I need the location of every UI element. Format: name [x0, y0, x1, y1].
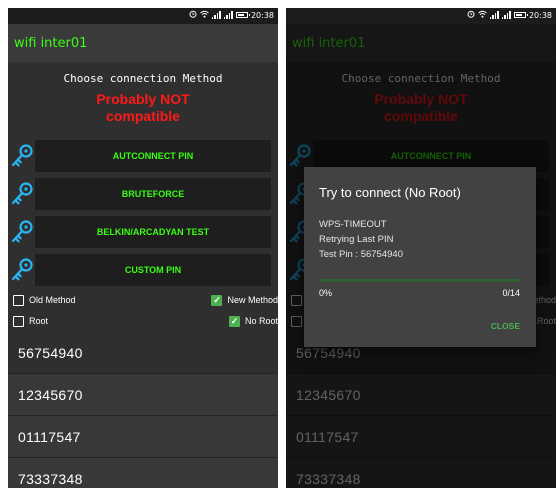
signal-icon [211, 11, 221, 19]
no-root-checkbox[interactable]: ✓ No Root [228, 314, 278, 328]
connection-method-heading: Choose connection Method [63, 72, 223, 85]
method-row-belkin: BELKIN/ARCADYAN TEST [8, 216, 278, 248]
key-icon [10, 143, 34, 169]
compatibility-warning: Probably NOT compatible [96, 91, 190, 124]
dialog-status-text: WPS-TIMEOUT [319, 219, 387, 230]
checkbox-icon [13, 294, 24, 306]
app-title: wifi inter01 [14, 36, 88, 51]
old-method-checkbox[interactable]: Old Method [13, 293, 76, 307]
signal-icon [501, 11, 511, 19]
list-item[interactable]: 73337348 [8, 458, 278, 488]
key-icon [10, 257, 34, 283]
custom-pin-button[interactable]: CUSTOM PIN [35, 254, 271, 286]
list-item[interactable]: 01117547 [8, 416, 278, 458]
alarm-icon [189, 10, 197, 20]
belkin-arcadyan-test-button[interactable]: BELKIN/ARCADYAN TEST [35, 216, 271, 248]
key-icon [10, 181, 34, 207]
dialog-test-pin-text: Test Pin : 56754940 [319, 249, 403, 260]
method-row-bruteforce: BRUTEFORCE [8, 178, 278, 210]
method-row-autoconnect: AUTCONNECT PIN [8, 140, 278, 172]
checkbox-icon: ✓ [228, 315, 240, 327]
status-time: 20:38 [250, 10, 274, 20]
screen-main: 20:38 wifi inter01 Choose connection Met… [8, 8, 278, 488]
wifi-icon [200, 10, 209, 20]
method-row-custom: CUSTOM PIN [8, 254, 278, 286]
list-item[interactable]: 56754940 [8, 332, 278, 374]
connect-dialog: Try to connect (No Root) WPS-TIMEOUT Ret… [304, 167, 536, 347]
key-icon [10, 219, 34, 245]
battery-icon [235, 12, 250, 18]
dialog-title: Try to connect (No Root) [319, 185, 461, 200]
root-checkbox[interactable]: Root [13, 314, 48, 328]
progress-bar [319, 279, 520, 282]
screen-dialog: 20:38 wifi inter01 Choose connection Met… [286, 8, 556, 488]
bruteforce-button[interactable]: BRUTEFORCE [35, 178, 271, 210]
app-bar: wifi inter01 [8, 24, 278, 62]
wifi-icon [478, 10, 487, 20]
status-bar: 20:38 [286, 8, 556, 24]
checkbox-icon [13, 315, 24, 327]
list-item[interactable]: 12345670 [8, 374, 278, 416]
battery-icon [513, 12, 528, 18]
signal-icon [489, 11, 499, 19]
alarm-icon [467, 10, 475, 20]
new-method-checkbox[interactable]: ✓ New Method [211, 293, 278, 307]
progress-count: 0/14 [502, 288, 520, 298]
status-bar: 20:38 [8, 8, 278, 24]
dialog-message-text: Retrying Last PIN [319, 234, 394, 245]
progress-percent: 0% [319, 288, 333, 298]
autoconnect-pin-button[interactable]: AUTCONNECT PIN [35, 140, 271, 172]
checkbox-icon: ✓ [211, 294, 223, 306]
status-time: 20:38 [528, 10, 552, 20]
signal-icon [223, 11, 233, 19]
close-button[interactable]: CLOSE [491, 321, 520, 331]
